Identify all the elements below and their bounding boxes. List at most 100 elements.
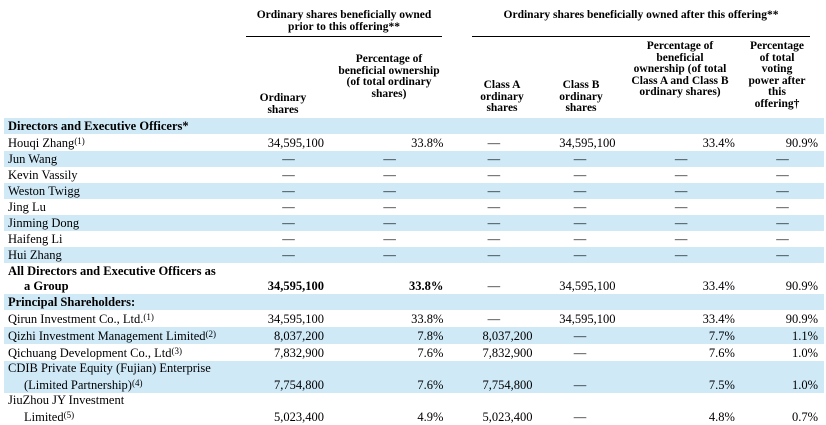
cell-ordinary-shares: —	[282, 200, 295, 214]
cell-class-b: —	[573, 168, 587, 182]
table-row: CDIB Private Equity (Fujian) Enterprise(…	[4, 361, 824, 393]
cell-class-a: —	[449, 183, 539, 199]
cell-class-b: —	[573, 200, 587, 214]
cell-ordinary-shares: —	[246, 183, 330, 199]
section-label-directors: Directors and Executive Officers*	[4, 118, 824, 134]
cell-pct-after: 7.5%	[621, 361, 741, 393]
cell-voting-power: —	[740, 183, 824, 199]
row-name: Haifeng Li	[8, 232, 63, 246]
cell-pct-after: —	[674, 232, 688, 246]
cell-ordinary-shares: —	[282, 232, 295, 246]
row-name: Jinming Dong	[4, 215, 247, 231]
cell-voting-power: 1.1%	[740, 327, 824, 344]
cell-ordinary-shares: —	[246, 247, 330, 263]
section-row-principal: Principal Shareholders:	[4, 294, 824, 310]
table-row: JiuZhou JY Investment Limited(5) 5,023,40…	[4, 393, 824, 425]
cell-class-b: —	[538, 215, 622, 231]
cell-class-b: 34,595,100	[559, 136, 616, 150]
table-row: Qirun Investment Co., Ltd.(1) 34,595,100…	[4, 310, 824, 327]
cell-voting-power: 1.0%	[791, 346, 818, 360]
table-row: Haifeng Li — — — — — —	[4, 231, 824, 247]
cell-pct-after: —	[674, 168, 688, 182]
cell-class-b: —	[538, 247, 622, 263]
cell-class-b: 34,595,100	[559, 312, 616, 326]
cell-class-b: —	[538, 361, 622, 393]
table-row: Houqi Zhang(1) 34,595,100 33.8% — 34,595…	[4, 134, 824, 151]
row-name: Hui Zhang	[4, 247, 247, 263]
row-name: Kevin Vassily	[8, 168, 78, 182]
cell-class-a: 5,023,400	[482, 410, 533, 424]
cell-ordinary-shares: 34,595,100	[267, 136, 324, 150]
row-name: Jing Lu	[8, 200, 46, 214]
cell-class-a: —	[487, 200, 501, 214]
cell-class-b: —	[538, 327, 622, 344]
cell-ordinary-shares: 8,037,200	[246, 327, 330, 344]
row-name: JiuZhou JY Investment Limited(5)	[8, 393, 125, 424]
cell-pct-after: —	[621, 151, 741, 167]
cell-class-b: —	[573, 232, 587, 246]
col-header-class-b: Class B ordinary shares	[559, 79, 603, 114]
cell-pct-after: 7.7%	[621, 327, 741, 344]
cell-voting-power: —	[740, 215, 824, 231]
cell-pct-prior: —	[383, 232, 396, 246]
cell-ordinary-shares: 34,595,100	[267, 312, 324, 326]
row-name: Qichuang Development Co., Ltd(3)	[8, 346, 183, 360]
cell-class-b: —	[538, 151, 622, 167]
cell-class-b: —	[538, 183, 622, 199]
col-header-ordinary-shares: Ordinary shares	[259, 92, 307, 116]
cell-pct-after: —	[621, 215, 741, 231]
cell-class-a: 7,754,800	[449, 361, 539, 393]
cell-pct-prior: 33.8%	[411, 136, 444, 150]
cell-class-b: 34,595,100	[559, 279, 616, 293]
cell-pct-after: —	[621, 183, 741, 199]
cell-class-a: —	[487, 279, 501, 293]
cell-voting-power: —	[740, 247, 824, 263]
cell-voting-power: 90.9%	[785, 136, 818, 150]
col-header-pct-after: Percentage of beneficial ownership (of t…	[631, 40, 729, 98]
cell-voting-power: —	[776, 200, 789, 214]
cell-pct-after: —	[621, 247, 741, 263]
cell-voting-power: —	[776, 168, 789, 182]
cell-class-b: —	[573, 346, 587, 360]
cell-class-a: —	[487, 136, 501, 150]
cell-ordinary-shares: 34,595,100	[267, 279, 324, 293]
group-header-after: Ordinary shares beneficially owned after…	[503, 9, 779, 21]
cell-pct-after: 4.8%	[708, 410, 735, 424]
row-name: Weston Twigg	[4, 183, 247, 199]
col-header-voting-power: Percentage of total voting power after t…	[748, 40, 806, 110]
table-row: Kevin Vassily — — — — — —	[4, 167, 824, 183]
table-row: Jinming Dong — — — — — —	[4, 215, 824, 231]
cell-pct-prior: 4.9%	[417, 410, 444, 424]
cell-voting-power: 90.9%	[785, 312, 818, 326]
cell-pct-prior: 7.8%	[329, 327, 450, 344]
row-name: Qizhi Investment Management Limited(2)	[4, 327, 247, 344]
cell-pct-prior: 7.6%	[329, 361, 450, 393]
cell-class-a: —	[449, 215, 539, 231]
ownership-table-figure: Ordinary shares beneficially owned prior…	[0, 0, 826, 425]
cell-ordinary-shares: —	[246, 151, 330, 167]
table-row: Qizhi Investment Management Limited(2) 8…	[4, 327, 824, 344]
cell-pct-after: —	[674, 200, 688, 214]
cell-pct-prior: —	[329, 151, 450, 167]
group-header-after-rule	[472, 36, 810, 37]
cell-pct-after: 33.4%	[702, 312, 735, 326]
cell-pct-prior: —	[329, 183, 450, 199]
section-row-directors: Directors and Executive Officers*	[4, 118, 824, 134]
group-header-prior-rule	[246, 36, 442, 37]
col-header-pct-prior: Percentage of beneficial ownership (of t…	[338, 53, 440, 100]
cell-class-a: 7,832,900	[482, 346, 533, 360]
cell-pct-prior: 7.6%	[417, 346, 444, 360]
col-header-class-a: Class A ordinary shares	[480, 79, 524, 114]
cell-ordinary-shares: —	[282, 168, 295, 182]
group-total-row: All Directors and Executive Officers as a…	[4, 263, 824, 294]
cell-pct-prior: —	[383, 200, 396, 214]
table-row: Hui Zhang — — — — — —	[4, 247, 824, 263]
cell-class-a: —	[487, 312, 501, 326]
cell-pct-after: 33.4%	[702, 279, 735, 293]
cell-pct-after: 7.6%	[708, 346, 735, 360]
row-name: Jun Wang	[4, 151, 247, 167]
cell-ordinary-shares: 5,023,400	[273, 410, 324, 424]
cell-pct-prior: 33.8%	[409, 279, 444, 293]
ownership-table: Directors and Executive Officers* Houqi …	[4, 118, 824, 425]
cell-ordinary-shares: 7,832,900	[273, 346, 324, 360]
